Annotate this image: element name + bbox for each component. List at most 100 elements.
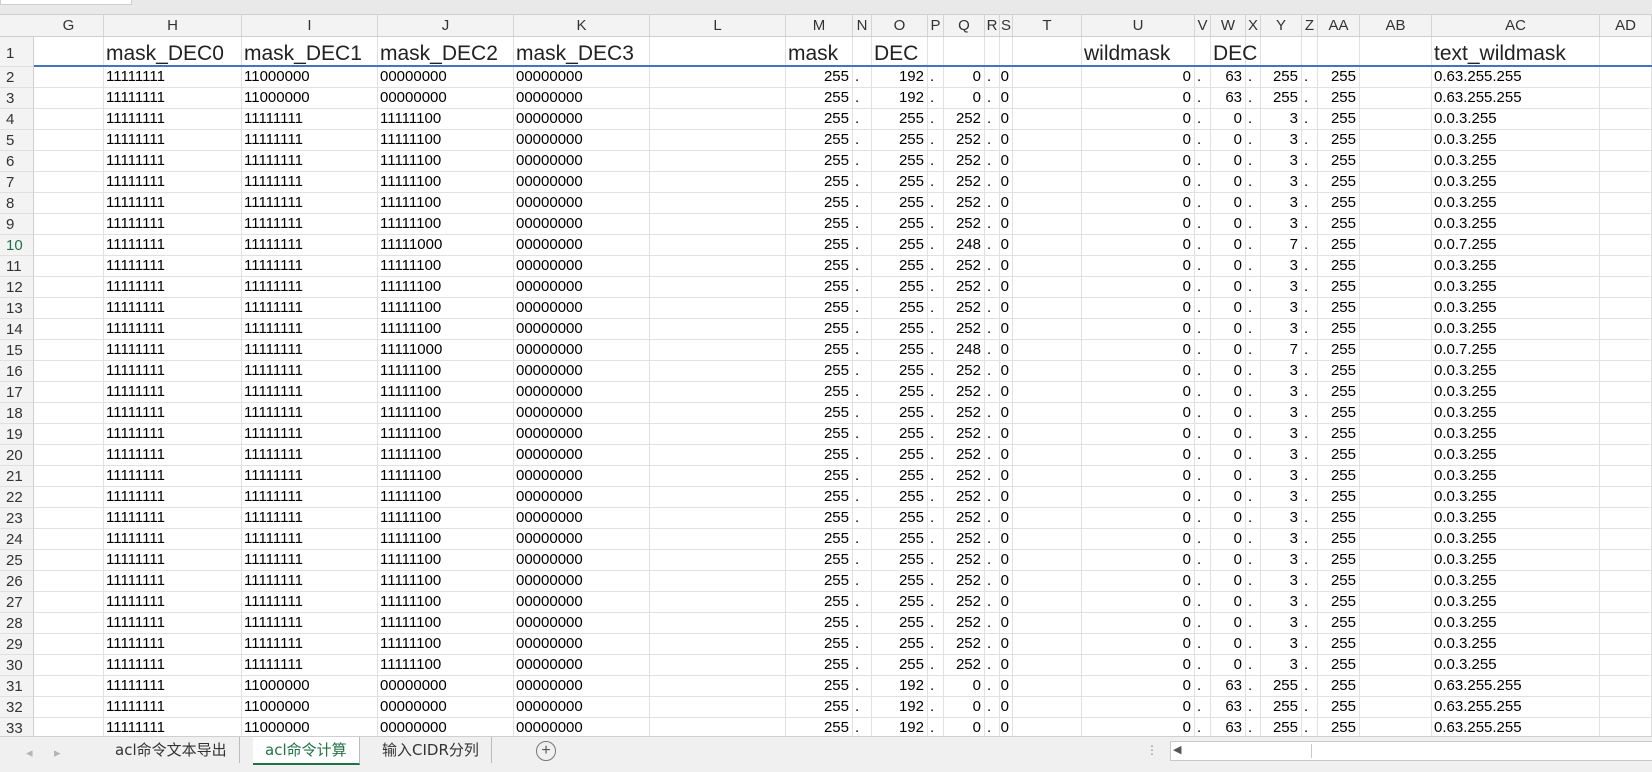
dot-cell[interactable]: . xyxy=(1195,151,1211,171)
cell-k[interactable]: 00000000 xyxy=(514,403,650,423)
cell-h[interactable]: 11111111 xyxy=(104,193,242,213)
cell-k[interactable]: 00000000 xyxy=(514,109,650,129)
cell-y[interactable]: 3 xyxy=(1261,403,1302,423)
dot-cell[interactable]: . xyxy=(1195,277,1211,297)
dot-cell[interactable]: . xyxy=(1302,508,1318,528)
cell-i[interactable]: 11000000 xyxy=(242,676,378,696)
dot-cell[interactable]: . xyxy=(928,655,944,675)
cell-k[interactable]: 00000000 xyxy=(514,340,650,360)
dot-cell[interactable]: . xyxy=(853,172,872,192)
dot-cell[interactable]: . xyxy=(1195,361,1211,381)
column-header-g[interactable]: G xyxy=(34,15,104,36)
cell-s[interactable]: 0 xyxy=(1000,697,1013,717)
cell-k[interactable]: 00000000 xyxy=(514,655,650,675)
dot-cell[interactable]: . xyxy=(1195,67,1211,87)
dot-cell[interactable]: . xyxy=(928,613,944,633)
cell-k[interactable]: 00000000 xyxy=(514,361,650,381)
cell-h[interactable]: 11111111 xyxy=(104,130,242,150)
dot-cell[interactable]: . xyxy=(928,634,944,654)
cell-u[interactable]: 0 xyxy=(1082,214,1195,234)
dot-cell[interactable]: . xyxy=(1195,403,1211,423)
dot-cell[interactable]: . xyxy=(853,67,872,87)
dot-cell[interactable]: . xyxy=(1246,340,1261,360)
cell-w[interactable]: 63 xyxy=(1211,676,1246,696)
cell-u[interactable]: 0 xyxy=(1082,550,1195,570)
cell-h[interactable]: 11111111 xyxy=(104,634,242,654)
cell-i[interactable]: 11000000 xyxy=(242,718,378,736)
dot-cell[interactable]: . xyxy=(985,655,1000,675)
cell-h[interactable]: 11111111 xyxy=(104,172,242,192)
cell-o[interactable]: 255 xyxy=(872,172,928,192)
cell-o[interactable]: 255 xyxy=(872,214,928,234)
cell-s[interactable]: 0 xyxy=(1000,676,1013,696)
cell-o[interactable]: 255 xyxy=(872,382,928,402)
cell-o[interactable]: 255 xyxy=(872,256,928,276)
dot-cell[interactable]: . xyxy=(1195,445,1211,465)
cell-h[interactable]: 11111111 xyxy=(104,550,242,570)
cell-j[interactable]: 11111100 xyxy=(378,466,514,486)
row-header-21[interactable]: 21 xyxy=(0,466,33,487)
cell-ac[interactable]: 0.0.3.255 xyxy=(1432,172,1600,192)
cell-ac[interactable]: 0.0.3.255 xyxy=(1432,571,1600,591)
cell-o[interactable]: 255 xyxy=(872,340,928,360)
cell-h[interactable]: 11111111 xyxy=(104,403,242,423)
dot-cell[interactable]: . xyxy=(1302,193,1318,213)
cell-j[interactable]: 11111100 xyxy=(378,130,514,150)
dot-cell[interactable]: . xyxy=(1195,613,1211,633)
cell-m[interactable]: 255 xyxy=(786,634,853,654)
cell-q[interactable]: 252 xyxy=(944,529,985,549)
cell-s[interactable]: 0 xyxy=(1000,571,1013,591)
cell-aa[interactable]: 255 xyxy=(1318,403,1360,423)
cell-y[interactable]: 3 xyxy=(1261,613,1302,633)
dot-cell[interactable]: . xyxy=(1246,109,1261,129)
cell-s[interactable]: 0 xyxy=(1000,130,1013,150)
row-header-3[interactable]: 3 xyxy=(0,88,33,109)
cell-o[interactable]: 255 xyxy=(872,151,928,171)
dot-cell[interactable]: . xyxy=(853,571,872,591)
cell-m[interactable]: 255 xyxy=(786,109,853,129)
cell-s[interactable]: 0 xyxy=(1000,151,1013,171)
column-header-u[interactable]: U xyxy=(1082,15,1195,36)
row-header-28[interactable]: 28 xyxy=(0,613,33,634)
cell-h[interactable]: 11111111 xyxy=(104,676,242,696)
cell-y[interactable]: 3 xyxy=(1261,571,1302,591)
cell-o[interactable]: 192 xyxy=(872,676,928,696)
dot-cell[interactable]: . xyxy=(1246,445,1261,465)
cell-m[interactable]: 255 xyxy=(786,592,853,612)
cell-s[interactable]: 0 xyxy=(1000,256,1013,276)
cell-k[interactable]: 00000000 xyxy=(514,319,650,339)
cell-u[interactable]: 0 xyxy=(1082,256,1195,276)
cell-j[interactable]: 11111100 xyxy=(378,550,514,570)
dot-cell[interactable]: . xyxy=(1195,487,1211,507)
cell-s[interactable]: 0 xyxy=(1000,361,1013,381)
cell-u[interactable]: 0 xyxy=(1082,592,1195,612)
cell-y[interactable]: 3 xyxy=(1261,109,1302,129)
cell-i[interactable]: 11111111 xyxy=(242,550,378,570)
cell-q[interactable]: 252 xyxy=(944,172,985,192)
dot-cell[interactable]: . xyxy=(985,697,1000,717)
cell-y[interactable]: 3 xyxy=(1261,172,1302,192)
cell-ac[interactable]: 0.0.3.255 xyxy=(1432,214,1600,234)
cell-y[interactable]: 3 xyxy=(1261,655,1302,675)
cell-ac[interactable]: 0.0.3.255 xyxy=(1432,592,1600,612)
cell-h[interactable]: 11111111 xyxy=(104,109,242,129)
dot-cell[interactable]: . xyxy=(853,88,872,108)
dot-cell[interactable]: . xyxy=(853,592,872,612)
cell-aa[interactable]: 255 xyxy=(1318,172,1360,192)
row-header-30[interactable]: 30 xyxy=(0,655,33,676)
cell-u[interactable]: 0 xyxy=(1082,340,1195,360)
cell-w[interactable]: 0 xyxy=(1211,172,1246,192)
cell-u[interactable]: 0 xyxy=(1082,508,1195,528)
row-header-10[interactable]: 10 xyxy=(0,235,33,256)
cell-m[interactable]: 255 xyxy=(786,172,853,192)
dot-cell[interactable]: . xyxy=(1302,634,1318,654)
cell-s[interactable]: 0 xyxy=(1000,403,1013,423)
cell-w[interactable]: 0 xyxy=(1211,613,1246,633)
dot-cell[interactable]: . xyxy=(853,382,872,402)
column-header-r[interactable]: R xyxy=(985,15,1000,36)
column-header-ad[interactable]: AD xyxy=(1600,15,1652,36)
cell-m[interactable]: 255 xyxy=(786,445,853,465)
row-header-25[interactable]: 25 xyxy=(0,550,33,571)
cell-q[interactable]: 0 xyxy=(944,88,985,108)
cell-o[interactable]: 255 xyxy=(872,403,928,423)
